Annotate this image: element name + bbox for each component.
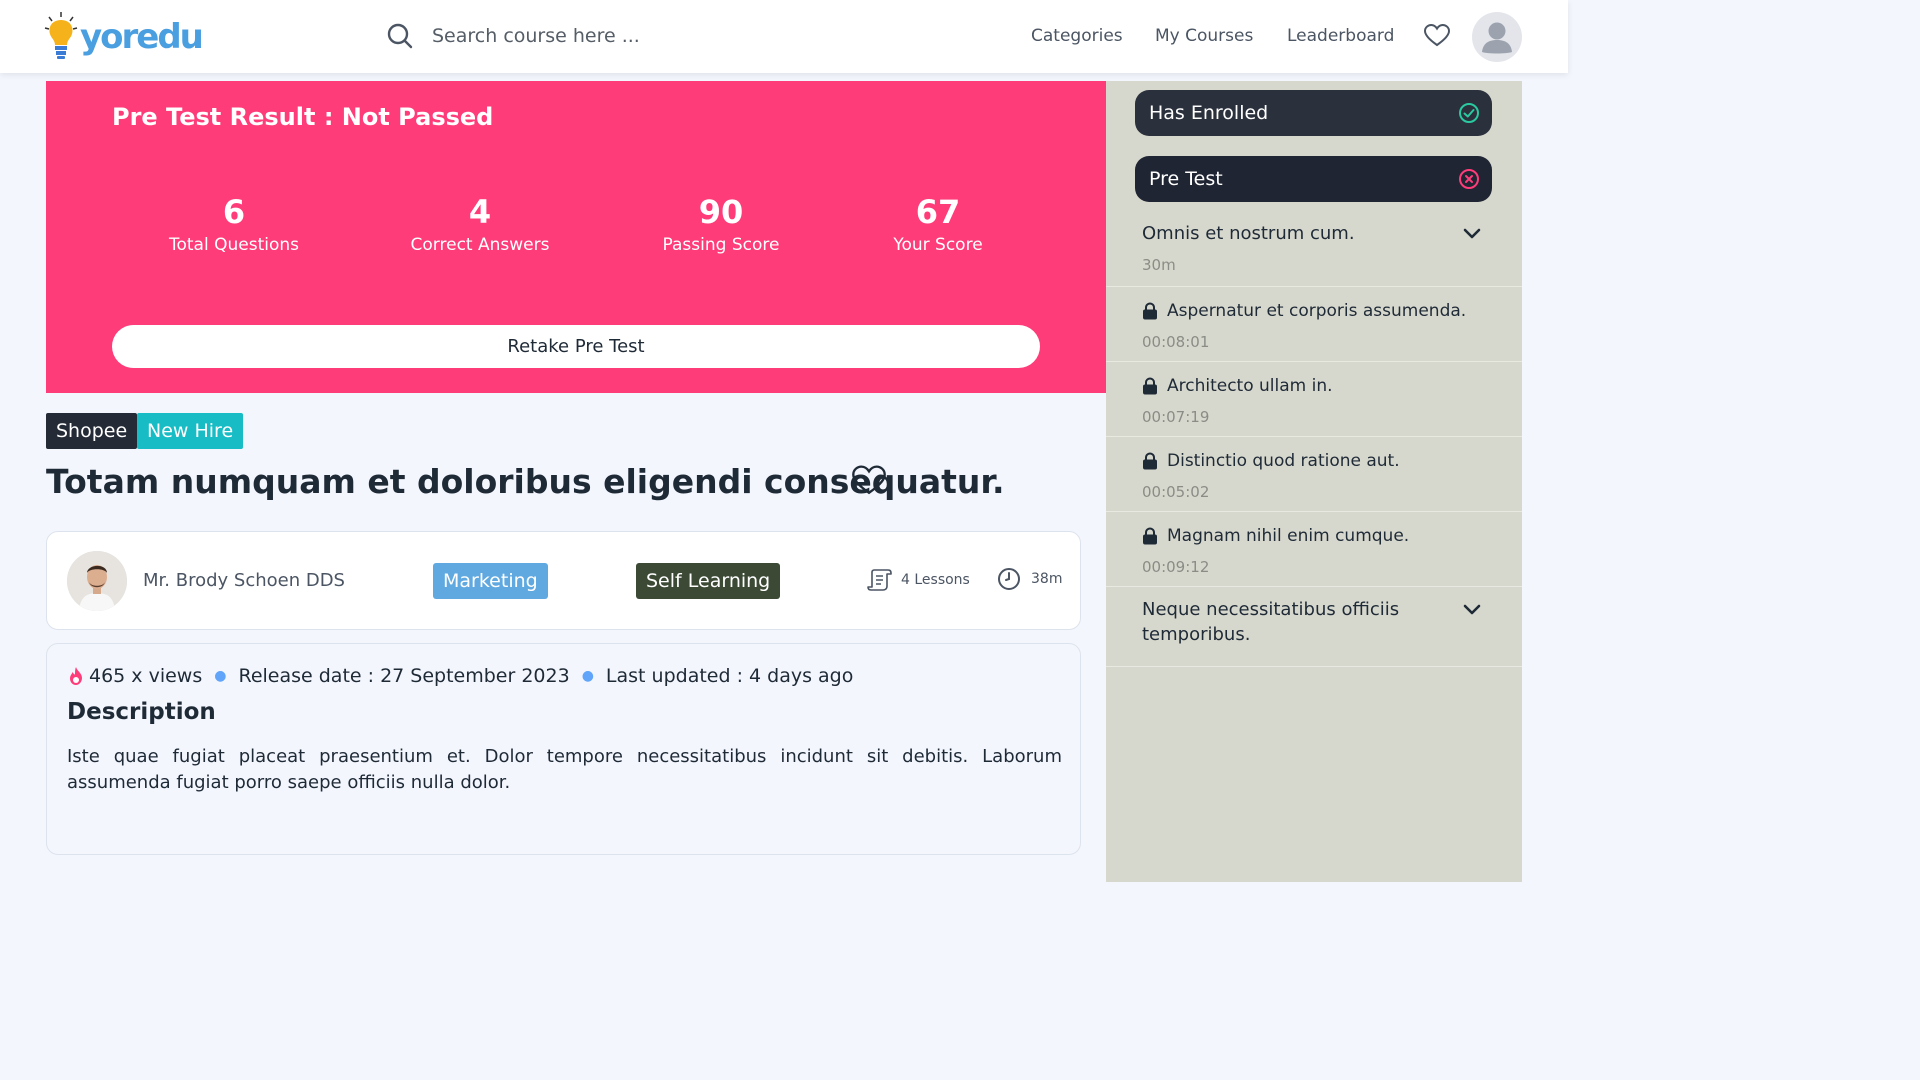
section-title: Omnis et nostrum cum. xyxy=(1142,223,1355,244)
stat-value: 67 xyxy=(915,193,961,231)
clock-icon xyxy=(998,568,1020,590)
lesson-item[interactable]: Distinctio quod ratione aut. 00:05:02 xyxy=(1106,437,1522,512)
separator-dot: ● xyxy=(581,668,594,684)
pretest-step[interactable]: Pre Test xyxy=(1135,156,1492,202)
heart-icon[interactable] xyxy=(1424,24,1450,48)
lesson-title: Distinctio quod ratione aut. xyxy=(1142,451,1400,471)
description-text: Iste quae fugiat placeat praesentium et.… xyxy=(67,746,1062,793)
section-title: Neque necessitatibus officiis temporibus… xyxy=(1142,599,1400,645)
instructor-name[interactable]: Mr. Brody Schoen DDS xyxy=(143,570,345,591)
lessons-label: 4 Lessons xyxy=(901,572,970,588)
course-info-card: Mr. Brody Schoen DDS Marketing Self Lear… xyxy=(46,531,1081,630)
lesson-time: 00:08:01 xyxy=(1142,333,1210,351)
lesson-name: Magnam nihil enim cumque. xyxy=(1167,526,1410,546)
lesson-time: 00:05:02 xyxy=(1142,483,1210,501)
stat-label: Correct Answers xyxy=(410,235,550,255)
heart-icon[interactable] xyxy=(852,465,886,497)
last-updated: Last updated : 4 days ago xyxy=(605,665,854,687)
lock-icon xyxy=(1143,377,1157,395)
stat-label: Your Score xyxy=(893,235,983,255)
lock-icon xyxy=(1143,527,1157,545)
lesson-title: Magnam nihil enim cumque. xyxy=(1142,526,1409,546)
nav-my-courses[interactable]: My Courses xyxy=(1155,26,1253,46)
tag-new-hire[interactable]: New Hire xyxy=(137,413,244,449)
stat-total-questions: 6 Total Questions xyxy=(134,193,334,255)
section-neque[interactable]: Neque necessitatibus officiis temporibus… xyxy=(1106,587,1522,667)
course-curriculum-sidebar: Has Enrolled Pre Test Omnis et nostrum c… xyxy=(1106,81,1522,882)
lesson-item[interactable]: Magnam nihil enim cumque. 00:09:12 xyxy=(1106,512,1522,587)
lesson-name: Architecto ullam in. xyxy=(1167,376,1333,396)
user-icon xyxy=(1482,22,1512,54)
learning-type-badge: Self Learning xyxy=(636,563,781,599)
release-date: Release date : 27 September 2023 xyxy=(238,665,570,687)
lesson-title: Architecto ullam in. xyxy=(1142,376,1333,396)
separator-dot: ● xyxy=(214,668,227,684)
stat-your-score: 67 Your Score xyxy=(838,193,1038,255)
lesson-name: Aspernatur et corporis assumenda. xyxy=(1167,301,1467,321)
lock-icon xyxy=(1143,302,1157,320)
chevron-down-icon[interactable] xyxy=(1462,227,1482,241)
brand-name: yoredu xyxy=(80,17,204,57)
search-input[interactable]: Search course here ... xyxy=(432,25,640,47)
section-omnis[interactable]: Omnis et nostrum cum. 30m xyxy=(1106,209,1522,287)
lesson-item[interactable]: Architecto ullam in. 00:07:19 xyxy=(1106,362,1522,437)
instructor-avatar xyxy=(67,551,127,611)
lesson-name: Distinctio quod ratione aut. xyxy=(1167,451,1400,471)
lesson-time: 00:09:12 xyxy=(1142,558,1210,576)
brand-logo[interactable]: yoredu xyxy=(44,10,204,64)
check-circle-icon xyxy=(1459,103,1479,123)
nav-categories[interactable]: Categories xyxy=(1031,26,1123,46)
course-description-card: 465 x views ● Release date : 27 Septembe… xyxy=(46,643,1081,855)
top-navbar: yoredu Search course here ... Categories… xyxy=(0,0,1568,73)
fire-icon xyxy=(70,667,82,685)
views-count: 465 x views xyxy=(89,665,203,687)
course-duration: 38m xyxy=(997,567,1062,591)
stat-label: Total Questions xyxy=(169,235,299,255)
search-bar[interactable]: Search course here ... xyxy=(386,22,640,50)
pretest-result-banner: Pre Test Result : Not Passed 6 Total Que… xyxy=(46,81,1106,393)
has-enrolled-step[interactable]: Has Enrolled xyxy=(1135,90,1492,136)
lightbulb-icon xyxy=(44,12,78,59)
lesson-item[interactable]: Aspernatur et corporis assumenda. 00:08:… xyxy=(1106,287,1522,362)
x-circle-icon xyxy=(1459,169,1479,189)
stat-label: Passing Score xyxy=(662,235,780,255)
stat-value: 4 xyxy=(468,193,492,231)
tag-shopee[interactable]: Shopee xyxy=(46,413,138,449)
nav-leaderboard[interactable]: Leaderboard xyxy=(1287,26,1394,46)
description-heading: Description xyxy=(67,699,216,725)
section-duration: 30m xyxy=(1142,256,1176,274)
lessons-count: 4 Lessons xyxy=(867,567,970,593)
user-avatar[interactable] xyxy=(1472,12,1522,62)
stat-correct-answers: 4 Correct Answers xyxy=(380,193,580,255)
lesson-time: 00:07:19 xyxy=(1142,408,1210,426)
lock-icon xyxy=(1143,452,1157,470)
lesson-title: Aspernatur et corporis assumenda. xyxy=(1142,301,1466,321)
instructor-photo xyxy=(67,551,127,611)
scroll-icon xyxy=(867,569,892,591)
course-meta-row: 465 x views ● Release date : 27 Septembe… xyxy=(67,665,853,687)
pretest-label: Pre Test xyxy=(1149,168,1223,190)
result-title: Pre Test Result : Not Passed xyxy=(112,103,494,131)
chevron-down-icon[interactable] xyxy=(1462,603,1482,617)
duration-label: 38m xyxy=(1031,571,1063,587)
has-enrolled-label: Has Enrolled xyxy=(1149,102,1269,124)
stat-value: 6 xyxy=(222,193,246,231)
category-badge[interactable]: Marketing xyxy=(433,563,548,599)
stat-passing-score: 90 Passing Score xyxy=(621,193,821,255)
retake-pretest-button[interactable]: Retake Pre Test xyxy=(112,325,1040,368)
stat-value: 90 xyxy=(698,193,744,231)
search-icon xyxy=(387,23,413,49)
